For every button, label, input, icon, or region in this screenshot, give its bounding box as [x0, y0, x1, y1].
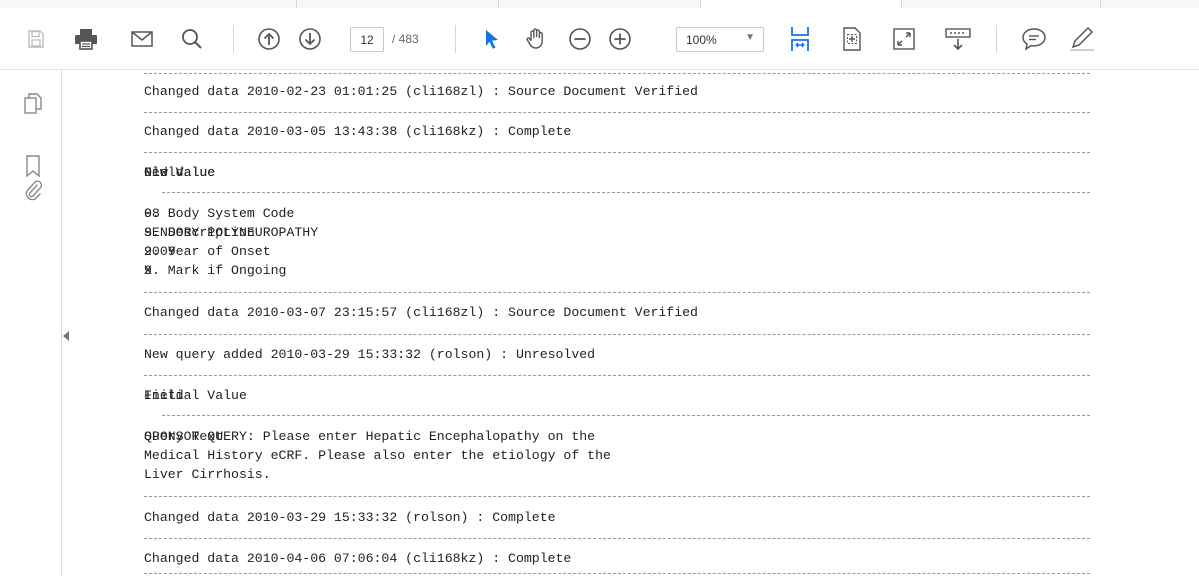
separator-line [144, 538, 1090, 539]
navigation-panel [0, 70, 62, 576]
query-text-line: SPONSOR QUERY: Please enter Hepatic Ence… [144, 429, 596, 444]
table-row-new-value: 08 [144, 206, 160, 221]
separator-line [144, 496, 1090, 497]
toolbar-separator [455, 25, 456, 53]
separator-line [144, 73, 1090, 74]
bookmark-icon[interactable] [21, 154, 45, 178]
separator-line [144, 334, 1090, 335]
read-mode-icon[interactable] [944, 25, 972, 53]
select-arrow-icon[interactable] [478, 25, 506, 53]
panel-collapse-handle[interactable] [62, 328, 70, 344]
table-row-field: 9. Mark if Ongoing [144, 263, 287, 278]
log-entry-header: Changed data 2010-03-05 13:43:38 (cli168… [144, 124, 572, 139]
chevron-down-icon: ▼ [745, 32, 755, 43]
chevron-left-icon [63, 331, 69, 341]
table-row-new-value: SENSORY POLYNEUROPATHY [144, 225, 319, 240]
separator-line [144, 112, 1090, 113]
page-number-input[interactable] [350, 27, 384, 52]
pages-icon[interactable] [21, 92, 45, 116]
zoom-in-icon[interactable] [606, 25, 634, 53]
print-icon[interactable] [72, 25, 100, 53]
attachment-icon[interactable] [21, 178, 45, 202]
zoom-out-icon[interactable] [566, 25, 594, 53]
query-text-line: Medical History eCRF. Please also enter … [144, 448, 611, 463]
zoom-value: 100% [686, 33, 717, 47]
toolbar: / 483 100% ▼ [0, 8, 1199, 70]
table-row-field: 9. Body System Code [144, 206, 295, 221]
fit-page-icon[interactable] [786, 25, 814, 53]
tab-divider [498, 0, 499, 8]
toolbar-separator [233, 25, 234, 53]
tab-strip [0, 0, 1199, 8]
separator-line [144, 375, 1090, 376]
search-icon[interactable] [178, 25, 206, 53]
highlight-icon[interactable] [1068, 25, 1096, 53]
column-header-new-value: New Value [144, 165, 216, 180]
separator-line [144, 573, 1090, 574]
comment-icon[interactable] [1020, 25, 1048, 53]
table-row-new-value: X [144, 263, 152, 278]
separator-line [144, 152, 1090, 153]
separator-line [144, 292, 1090, 293]
table-row-new-value: 2009 [144, 244, 176, 259]
page-total: / 483 [392, 32, 419, 46]
log-entry-header: New query added 2010-03-29 15:33:32 (rol… [144, 347, 596, 362]
query-text-line: Liver Cirrhosis. [144, 467, 271, 482]
log-entry-header: Changed data 2010-03-07 23:15:57 (cli168… [144, 305, 698, 320]
active-tab[interactable] [700, 0, 902, 8]
separator-line [162, 415, 1090, 416]
zoom-select[interactable]: 100% ▼ [676, 27, 764, 52]
email-icon[interactable] [128, 25, 156, 53]
tab-divider [1100, 0, 1101, 8]
toolbar-separator [996, 25, 997, 53]
tab-divider [296, 0, 297, 8]
hand-icon[interactable] [522, 25, 550, 53]
page-down-icon[interactable] [296, 25, 324, 53]
log-entry-header: Changed data 2010-02-23 01:01:25 (cli168… [144, 84, 698, 99]
fullscreen-icon[interactable] [890, 25, 918, 53]
save-icon[interactable] [22, 25, 50, 53]
separator-line [162, 192, 1090, 193]
column-header-initial-value: Initial Value [144, 388, 247, 403]
rotate-page-icon[interactable] [838, 25, 866, 53]
log-entry-header: Changed data 2010-04-06 07:06:04 (cli168… [144, 551, 572, 566]
document-page: Changed data 2010-02-23 01:01:25 (cli168… [144, 70, 1104, 576]
log-entry-header: Changed data 2010-03-29 15:33:32 (rolson… [144, 510, 556, 525]
page-up-icon[interactable] [255, 25, 283, 53]
